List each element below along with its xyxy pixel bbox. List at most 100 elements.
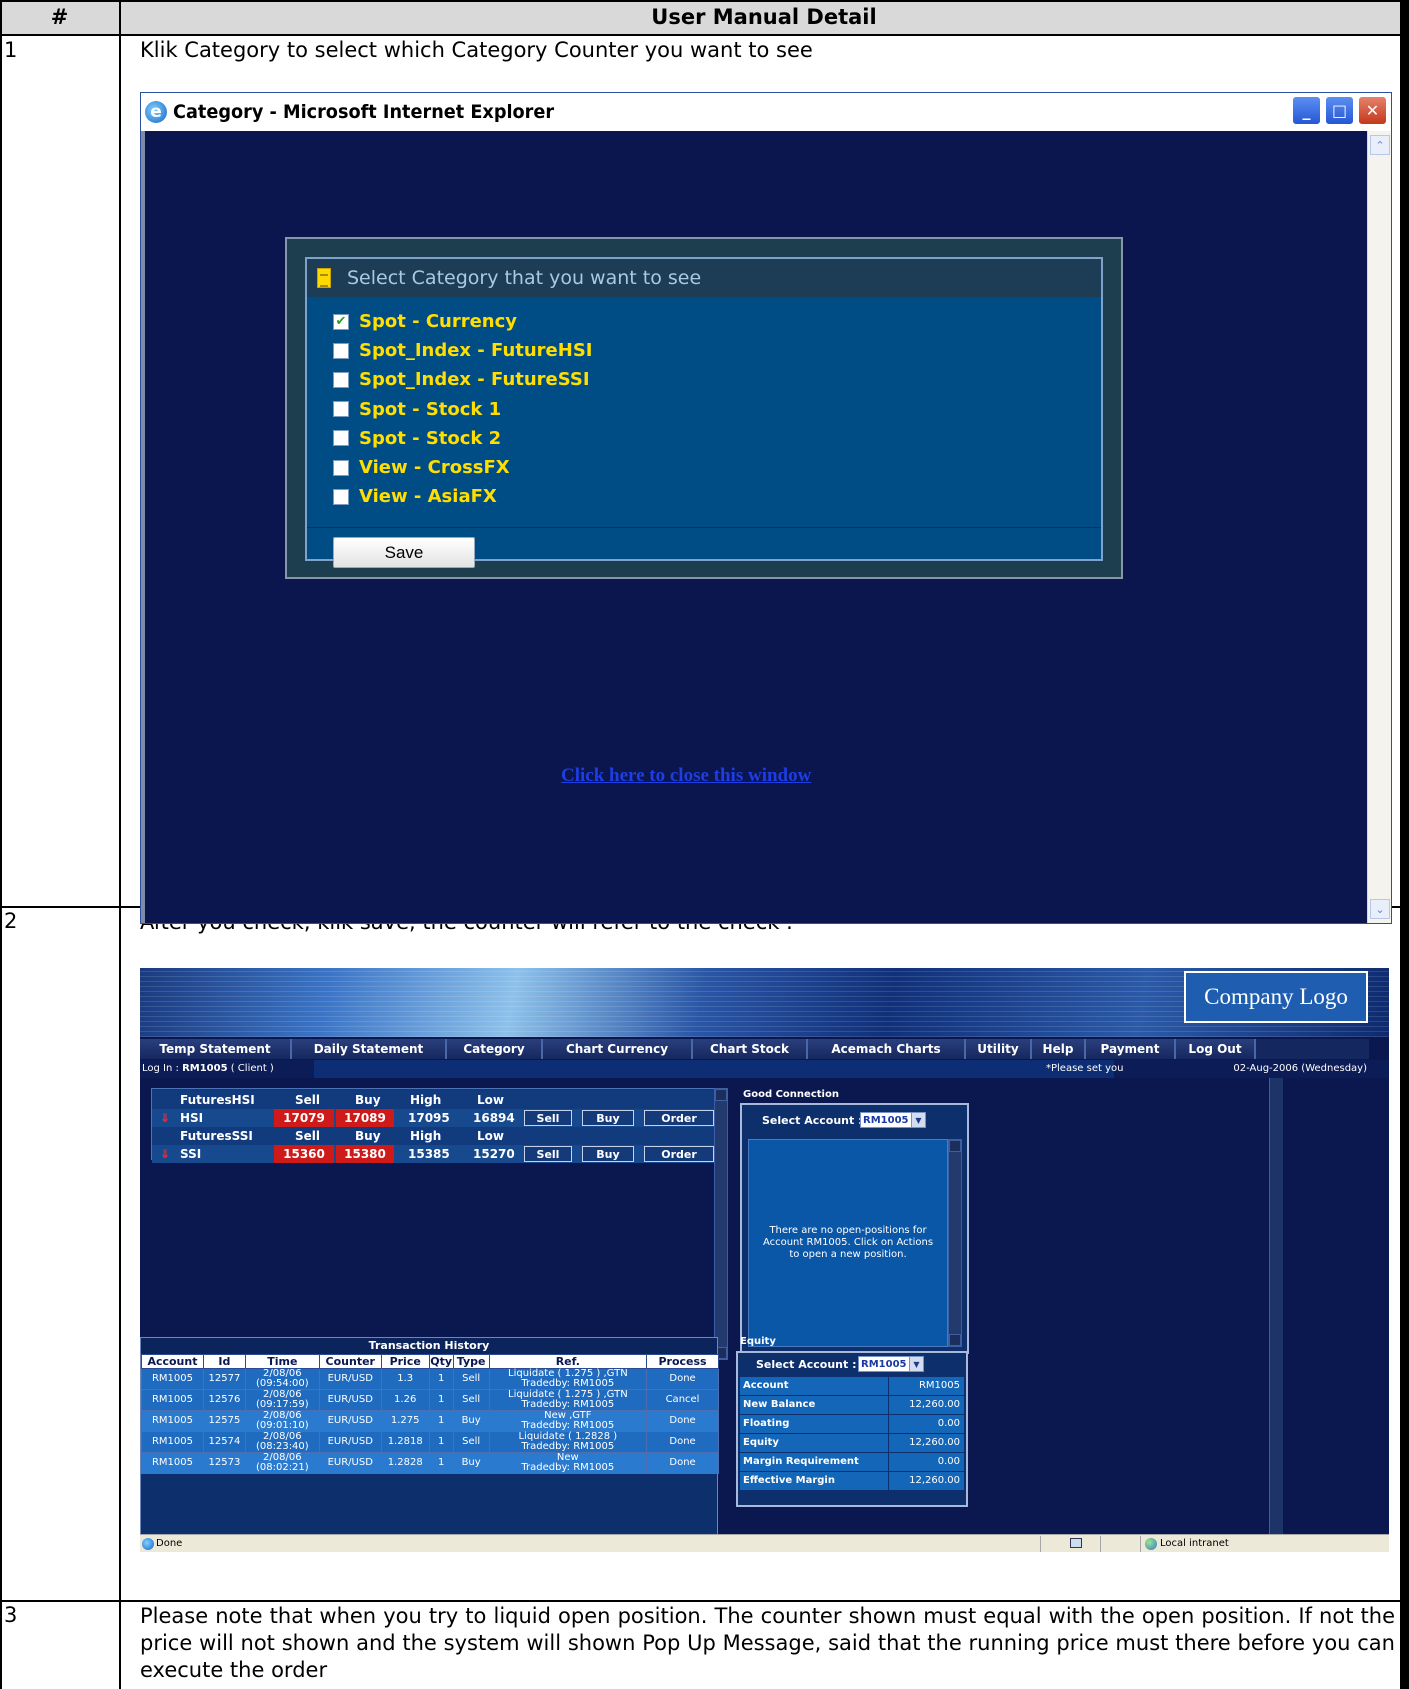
category-label: View - CrossFX	[359, 457, 510, 479]
category-item[interactable]: Spot_Index - FutureHSI	[333, 336, 592, 365]
chevron-down-icon: ▼	[911, 1113, 925, 1127]
quote-header-row: FuturesSSI Sell Buy High Low	[152, 1127, 720, 1145]
row-number: 2	[4, 909, 18, 933]
monitor-icon	[1070, 1538, 1082, 1548]
login-info: Log In : RM1005 ( Client )	[142, 1063, 274, 1074]
category-item[interactable]: Spot - Stock 2	[333, 424, 592, 453]
buy-price: 17089	[336, 1109, 394, 1127]
account-select[interactable]: RM1005 ▼	[860, 1112, 926, 1128]
status-badge: Done	[646, 1410, 719, 1432]
menu-acemach-charts[interactable]: Acemach Charts	[808, 1039, 966, 1059]
row-description: Klik Category to select which Category C…	[140, 38, 813, 62]
table-row[interactable]: RM1005 12575 2/08/06 (09:01:10) EUR/USD 1.2…	[141, 1410, 719, 1432]
menu-category[interactable]: Category	[447, 1039, 543, 1059]
close-button[interactable]: ✕	[1358, 96, 1387, 125]
checkbox[interactable]	[333, 459, 349, 476]
equity-row: Effective Margin 12,260.00	[740, 1472, 964, 1490]
open-positions-box: There are no open-positions for Account …	[748, 1139, 948, 1347]
order-button[interactable]: Order	[644, 1146, 714, 1162]
globe-icon	[1145, 1538, 1157, 1550]
column-header: Account	[141, 1354, 204, 1369]
category-item[interactable]: Spot_Index - FutureSSI	[333, 365, 592, 394]
category-label: Spot - Stock 1	[359, 398, 502, 420]
checkbox[interactable]	[333, 342, 349, 359]
category-item[interactable]: ✔ Spot - Currency	[333, 307, 592, 336]
user-manual-table: # User Manual Detail 1 Klik Category to …	[0, 0, 1409, 1689]
column-header: Price	[380, 1354, 430, 1369]
buy-button[interactable]: Buy	[582, 1146, 634, 1162]
category-item[interactable]: View - AsiaFX	[333, 482, 592, 511]
sell-price: 15360	[274, 1145, 334, 1163]
status-bar: Done Local intranet	[140, 1534, 1389, 1552]
category-item[interactable]: View - CrossFX	[333, 453, 592, 482]
transaction-history: Transaction History Account Id Time Coun…	[140, 1337, 719, 1546]
category-item[interactable]: Spot - Stock 1	[333, 395, 592, 424]
menu-log-out[interactable]: Log Out	[1176, 1039, 1256, 1059]
column-header: Qty	[428, 1354, 454, 1369]
select-account-label: Select Account :	[762, 1113, 863, 1127]
menu-temp-statement[interactable]: Temp Statement	[140, 1039, 292, 1059]
chevron-down-icon: ▼	[909, 1357, 923, 1371]
status-badge: Cancel	[646, 1389, 719, 1411]
transaction-history-title: Transaction History	[141, 1338, 717, 1354]
menu-daily-statement[interactable]: Daily Statement	[292, 1039, 447, 1059]
scroll-down-arrow-icon[interactable]: ⌄	[1370, 899, 1390, 919]
note-icon	[317, 268, 331, 288]
scroll-up-arrow-icon[interactable]: ⌃	[1370, 135, 1390, 155]
sell-button[interactable]: Sell	[524, 1146, 572, 1162]
status-text: Done	[156, 1538, 183, 1549]
checkbox-checked[interactable]: ✔	[333, 313, 349, 330]
positions-scrollbar[interactable]	[948, 1139, 962, 1347]
category-label: Spot - Stock 2	[359, 427, 502, 449]
quote-row: ⇓ HSI 17079 17089 17095 16894 Sell Buy O…	[152, 1109, 720, 1127]
category-dialog: Select Category that you want to see ✔ S…	[285, 237, 1123, 579]
buy-button[interactable]: Buy	[582, 1110, 634, 1126]
sell-button[interactable]: Sell	[524, 1110, 572, 1126]
table-row[interactable]: RM1005 12573 2/08/06 (08:02:21) EUR/USD 1.2…	[141, 1452, 719, 1474]
menu-chart-stock[interactable]: Chart Stock	[693, 1039, 808, 1059]
menu-chart-currency[interactable]: Chart Currency	[543, 1039, 693, 1059]
minimize-button[interactable]: _	[1292, 96, 1321, 125]
connection-status: Good Connection	[743, 1089, 839, 1100]
page-scrollbar[interactable]	[1269, 1078, 1283, 1540]
ie-icon: e	[145, 101, 167, 123]
category-label: Spot_Index - FutureHSI	[359, 340, 593, 362]
checkbox[interactable]	[333, 371, 349, 388]
menu-help[interactable]: Help	[1032, 1039, 1086, 1059]
buy-price: 15380	[336, 1145, 394, 1163]
menu-payment[interactable]: Payment	[1086, 1039, 1176, 1059]
down-arrow-icon: ⇓	[160, 1147, 171, 1161]
menu-utility[interactable]: Utility	[966, 1039, 1032, 1059]
table-row[interactable]: RM1005 12574 2/08/06 (08:23:40) EUR/USD 1.2…	[141, 1431, 719, 1453]
checkbox[interactable]	[333, 488, 349, 505]
quote-header-row: FuturesHSI Sell Buy High Low	[152, 1091, 720, 1109]
quote-scrollbar[interactable]	[714, 1088, 728, 1360]
date-text: 02-Aug-2006 (Wednesday)	[1233, 1063, 1367, 1074]
header-detail: User Manual Detail	[119, 0, 1409, 34]
checkbox[interactable]	[333, 401, 349, 418]
status-badge: Done	[646, 1368, 719, 1390]
maximize-button[interactable]: □	[1325, 96, 1354, 125]
status-badge: Done	[646, 1452, 719, 1474]
column-header: Id	[202, 1354, 246, 1369]
equity-panel: Select Account : RM1005 ▼ Account RM1005 …	[736, 1351, 968, 1507]
save-button[interactable]: Save	[333, 537, 475, 568]
vertical-scrollbar[interactable]: ⌃ ⌄	[1367, 131, 1391, 923]
category-heading-text: Select Category that you want to see	[347, 267, 702, 289]
status-badge: Done	[646, 1431, 719, 1453]
checkbox[interactable]	[333, 430, 349, 447]
trading-window: Company Logo Temp Statement Daily Statem…	[140, 968, 1389, 1552]
close-window-link[interactable]: Click here to close this window	[561, 765, 811, 787]
equity-row: Equity 12,260.00	[740, 1434, 964, 1452]
company-logo: Company Logo	[1184, 971, 1368, 1023]
select-account-row: Select Account : RM1005 ▼	[742, 1109, 967, 1131]
account-select[interactable]: RM1005 ▼	[858, 1356, 924, 1372]
table-row[interactable]: RM1005 12577 2/08/06 (09:54:00) EUR/USD 1.3…	[141, 1368, 719, 1390]
select-account-row: Select Account : RM1005 ▼	[738, 1353, 966, 1375]
window-titlebar[interactable]: e Category - Microsoft Internet Explorer…	[141, 93, 1391, 131]
window-title: Category - Microsoft Internet Explorer	[173, 101, 555, 123]
quote-row: ⇓ SSI 15360 15380 15385 15270 Sell Buy O…	[152, 1145, 720, 1163]
row-number: 3	[4, 1603, 18, 1627]
order-button[interactable]: Order	[644, 1110, 714, 1126]
table-row[interactable]: RM1005 12576 2/08/06 (09:17:59) EUR/USD 1.2…	[141, 1389, 719, 1411]
